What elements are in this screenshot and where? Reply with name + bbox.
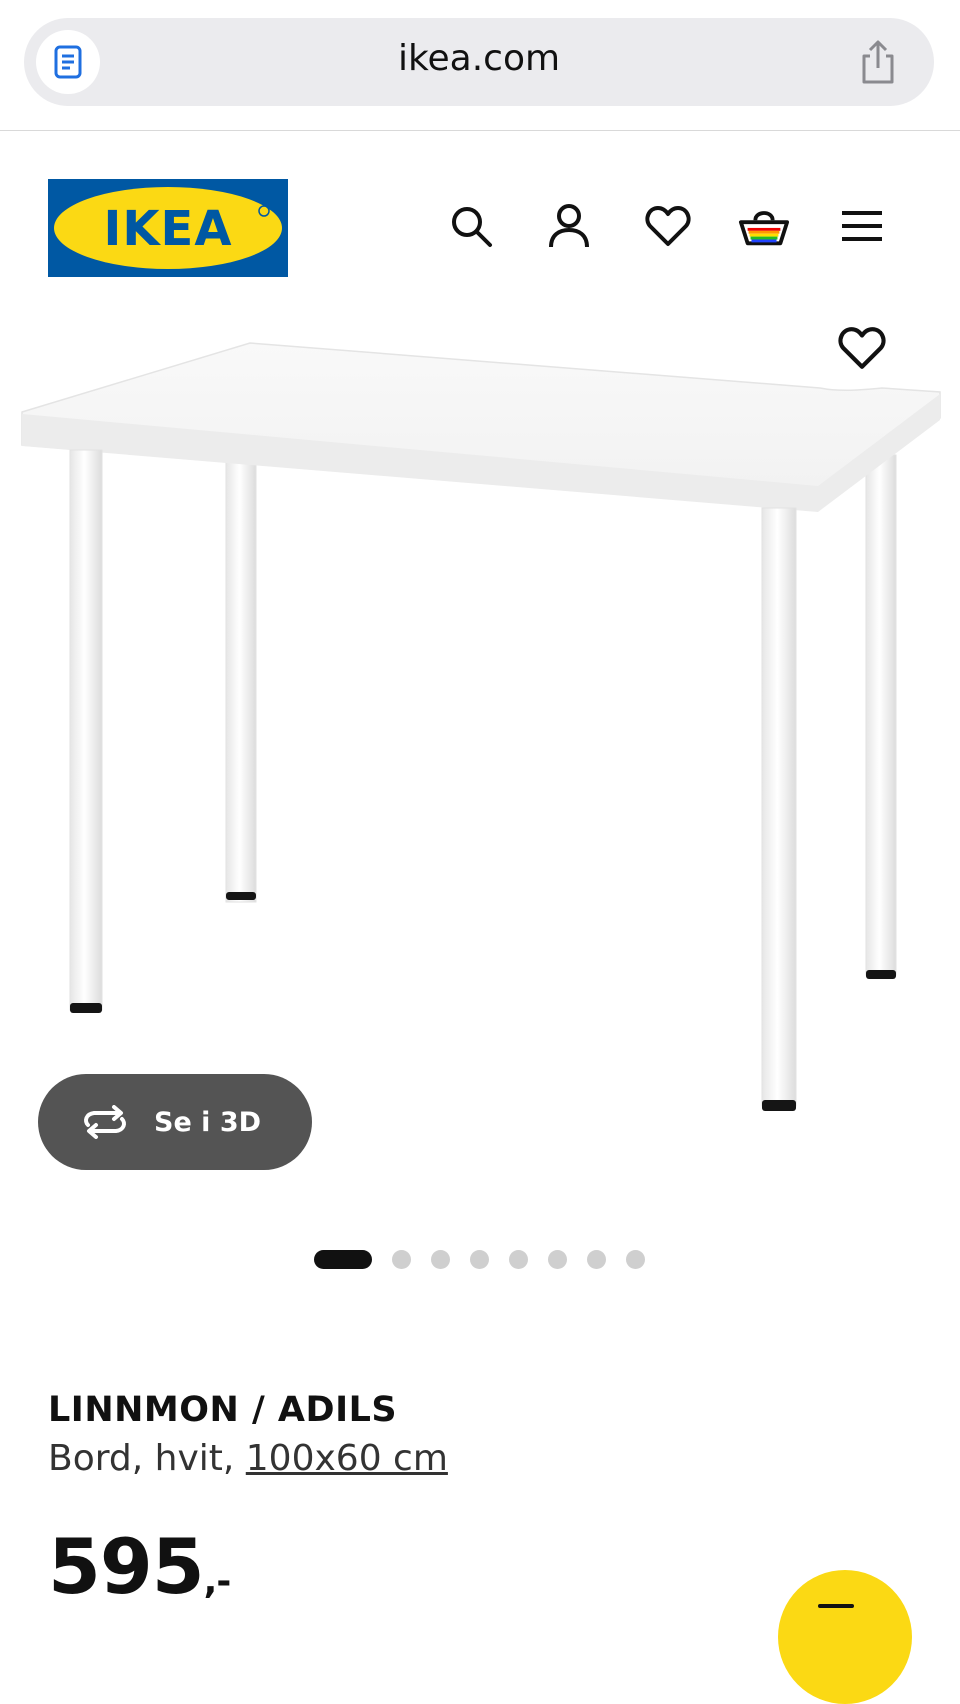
product-price: 595,- [48,1522,232,1611]
carousel-dot[interactable] [470,1250,489,1269]
menu-icon[interactable] [836,200,888,252]
size-link[interactable]: 100x60 cm [246,1438,448,1479]
carousel-dot[interactable] [509,1250,528,1269]
image-carousel-indicator [0,1250,960,1270]
carousel-dot[interactable] [626,1250,645,1269]
price-value: 595 [48,1522,205,1611]
account-icon[interactable] [543,200,595,252]
view-3d-label: Se i 3D [154,1106,262,1138]
carousel-dot[interactable] [392,1250,411,1269]
product-description: Bord, hvit, 100x60 cm [48,1438,448,1479]
cart-icon[interactable] [738,200,790,252]
search-icon[interactable] [445,200,497,252]
product-name: LINNMON / ADILS [48,1390,398,1430]
svg-text:IKEA: IKEA [104,201,233,257]
carousel-dot[interactable] [431,1250,450,1269]
browser-address-bar: ikea.com [0,0,960,131]
fab-icon [818,1604,854,1608]
url-field[interactable]: ikea.com [24,18,934,106]
carousel-dot[interactable] [314,1250,372,1269]
carousel-dot[interactable] [548,1250,567,1269]
ikea-logo[interactable]: IKEA [48,179,288,277]
share-icon[interactable] [854,38,902,86]
price-suffix: ,- [203,1561,232,1602]
product-description-text: Bord, hvit, [48,1438,246,1479]
heart-icon[interactable] [642,200,694,252]
rotate-3d-icon [84,1105,126,1139]
floating-action-button[interactable] [778,1570,912,1704]
carousel-dot[interactable] [587,1250,606,1269]
url-text[interactable]: ikea.com [24,38,934,79]
add-to-favorites-icon[interactable] [834,320,890,376]
product-image[interactable] [0,300,960,1160]
view-3d-button[interactable]: Se i 3D [38,1074,312,1170]
